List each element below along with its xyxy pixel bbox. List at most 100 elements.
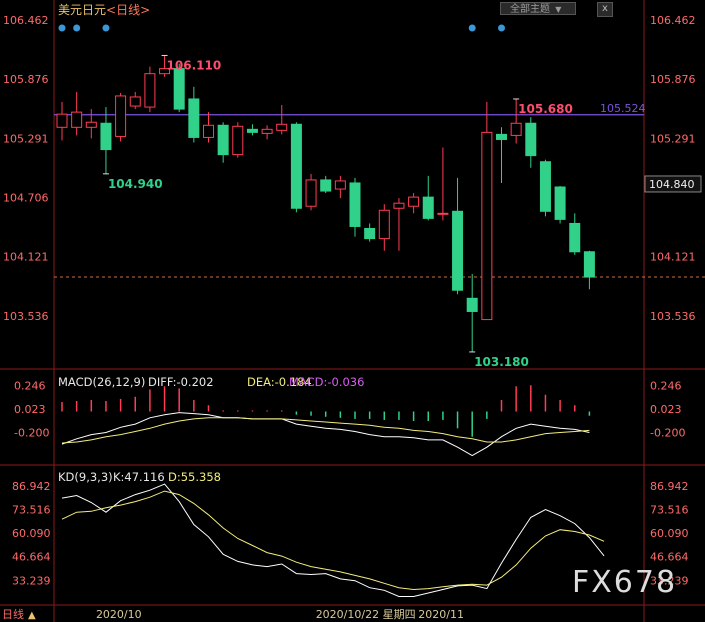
low-price-annotation: 105.680 xyxy=(518,102,573,116)
axis-labels: 106.462 106.462 105.876 105.876 105.291 105.2… xyxy=(2,14,702,621)
candle-body-up xyxy=(85,121,97,128)
candle-body-down xyxy=(525,122,537,157)
candle-body-up xyxy=(408,196,420,207)
candle xyxy=(525,117,537,168)
macd-diff-line xyxy=(61,412,590,457)
kd-ytick-right: 46.664 xyxy=(650,551,689,564)
candle xyxy=(144,66,156,113)
price-panel[interactable]: 105.524 106.110 104.940 105.680 103.180 xyxy=(54,24,705,369)
candle-body-up xyxy=(129,96,141,107)
close-button[interactable]: x xyxy=(597,2,613,17)
candle xyxy=(56,102,68,141)
footer-arrow-icon: ▲ xyxy=(28,610,36,621)
candle-body-up xyxy=(56,113,68,128)
candle xyxy=(554,185,566,224)
kd-ytick-left: 33.239 xyxy=(12,574,51,587)
kd-panel[interactable]: KD(9,3,3) K:47.116 D:55.358 xyxy=(58,470,605,597)
candle-body-down xyxy=(452,210,464,291)
signal-dot xyxy=(73,24,81,32)
candle-body-up xyxy=(481,131,493,321)
period-selector[interactable]: <日线> xyxy=(106,3,150,17)
candle xyxy=(232,122,244,158)
price-ytick-left: 105.876 xyxy=(3,73,49,86)
price-ytick-left: 105.291 xyxy=(3,132,49,145)
current-price-label: 104.840 xyxy=(649,178,695,191)
candle xyxy=(349,177,361,237)
macd-ytick-right: -0.200 xyxy=(650,427,685,440)
kd-title: KD(9,3,3) xyxy=(58,470,113,484)
candle xyxy=(71,91,83,136)
candle xyxy=(261,125,273,140)
time-axis-label: 2020/11 xyxy=(418,608,464,621)
candle-body-up xyxy=(334,180,346,190)
topic-dropdown[interactable]: 全部主题 ▼ xyxy=(500,2,576,15)
candle-body-up xyxy=(144,73,156,108)
macd-ytick-left: -0.200 xyxy=(14,427,49,440)
macd-ytick-left: 0.246 xyxy=(14,380,46,393)
macd-diff-value: DIFF:-0.202 xyxy=(148,375,214,389)
candle-body-down xyxy=(466,297,478,312)
candle xyxy=(305,173,317,211)
topic-dropdown-label: 全部主题 xyxy=(510,4,550,15)
grid-lines xyxy=(0,0,705,622)
candle xyxy=(217,122,229,163)
signal-dot xyxy=(58,24,66,32)
low-price-annotation: 106.110 xyxy=(167,58,222,72)
kd-ytick-right: 60.090 xyxy=(650,527,689,540)
time-axis-label: 2020/10 xyxy=(96,608,142,621)
candle-body-down xyxy=(246,128,258,133)
price-ytick-right: 105.876 xyxy=(650,73,696,86)
kd-ytick-right: 86.942 xyxy=(650,480,689,493)
candle-body-up xyxy=(305,179,317,207)
time-axis-label: 2020/10/22 星期四 xyxy=(316,608,416,621)
kd-ytick-left: 86.942 xyxy=(12,480,51,493)
candle-body-down xyxy=(173,68,185,110)
price-ytick-right: 106.462 xyxy=(650,14,696,27)
candle-body-down xyxy=(496,133,507,140)
kd-ytick-right: 73.516 xyxy=(650,503,689,516)
chevron-down-icon: ▼ xyxy=(555,5,562,14)
candle xyxy=(276,105,288,135)
signal-dot xyxy=(468,24,476,32)
candle-body-down xyxy=(349,182,361,227)
candle-body-up xyxy=(203,124,214,138)
candle-body-down xyxy=(569,222,581,253)
candle-body-up xyxy=(276,123,288,131)
candle xyxy=(334,175,346,199)
signal-dot xyxy=(102,24,110,32)
kd-d-line xyxy=(61,490,605,591)
chart-title: 美元日元<日线> xyxy=(58,1,150,18)
candle xyxy=(115,92,127,142)
macd-ytick-left: 0.023 xyxy=(14,403,46,416)
candle xyxy=(85,109,97,139)
macd-ytick-right: 0.246 xyxy=(650,380,682,393)
candle xyxy=(583,250,595,290)
macd-ytick-right: 0.023 xyxy=(650,403,682,416)
candle-body-down xyxy=(217,124,229,156)
macd-panel[interactable]: MACD(26,12,9) DIFF:-0.202 DEA:-0.184MACD:-… xyxy=(58,375,591,457)
price-level-label: 105.524 xyxy=(600,102,646,115)
watermark-logo: FX678 xyxy=(572,565,678,600)
kd-d-value: D:55.358 xyxy=(168,470,221,484)
price-ytick-left: 103.536 xyxy=(3,310,49,323)
candle xyxy=(481,102,493,321)
kd-ytick-left: 73.516 xyxy=(12,503,51,516)
kd-ytick-left: 46.664 xyxy=(12,551,51,564)
candle-body-down xyxy=(290,123,302,209)
candle xyxy=(569,213,581,255)
candle xyxy=(129,91,141,110)
candle xyxy=(290,122,302,213)
macd-title: MACD(26,12,9) xyxy=(58,375,145,389)
candle-body-up xyxy=(261,128,273,134)
price-ytick-right: 104.121 xyxy=(650,251,696,264)
candle xyxy=(320,175,332,194)
candle xyxy=(496,127,507,183)
candle xyxy=(393,198,405,251)
candle-body-down xyxy=(554,186,566,220)
candle xyxy=(378,204,390,251)
candle-body-up xyxy=(510,122,522,136)
period-footer-label: 日线 xyxy=(2,607,24,621)
candle xyxy=(452,177,464,295)
chart-stage: 105.524 106.110 104.940 105.680 103.180 MACD… xyxy=(0,0,705,622)
candle xyxy=(437,147,449,221)
